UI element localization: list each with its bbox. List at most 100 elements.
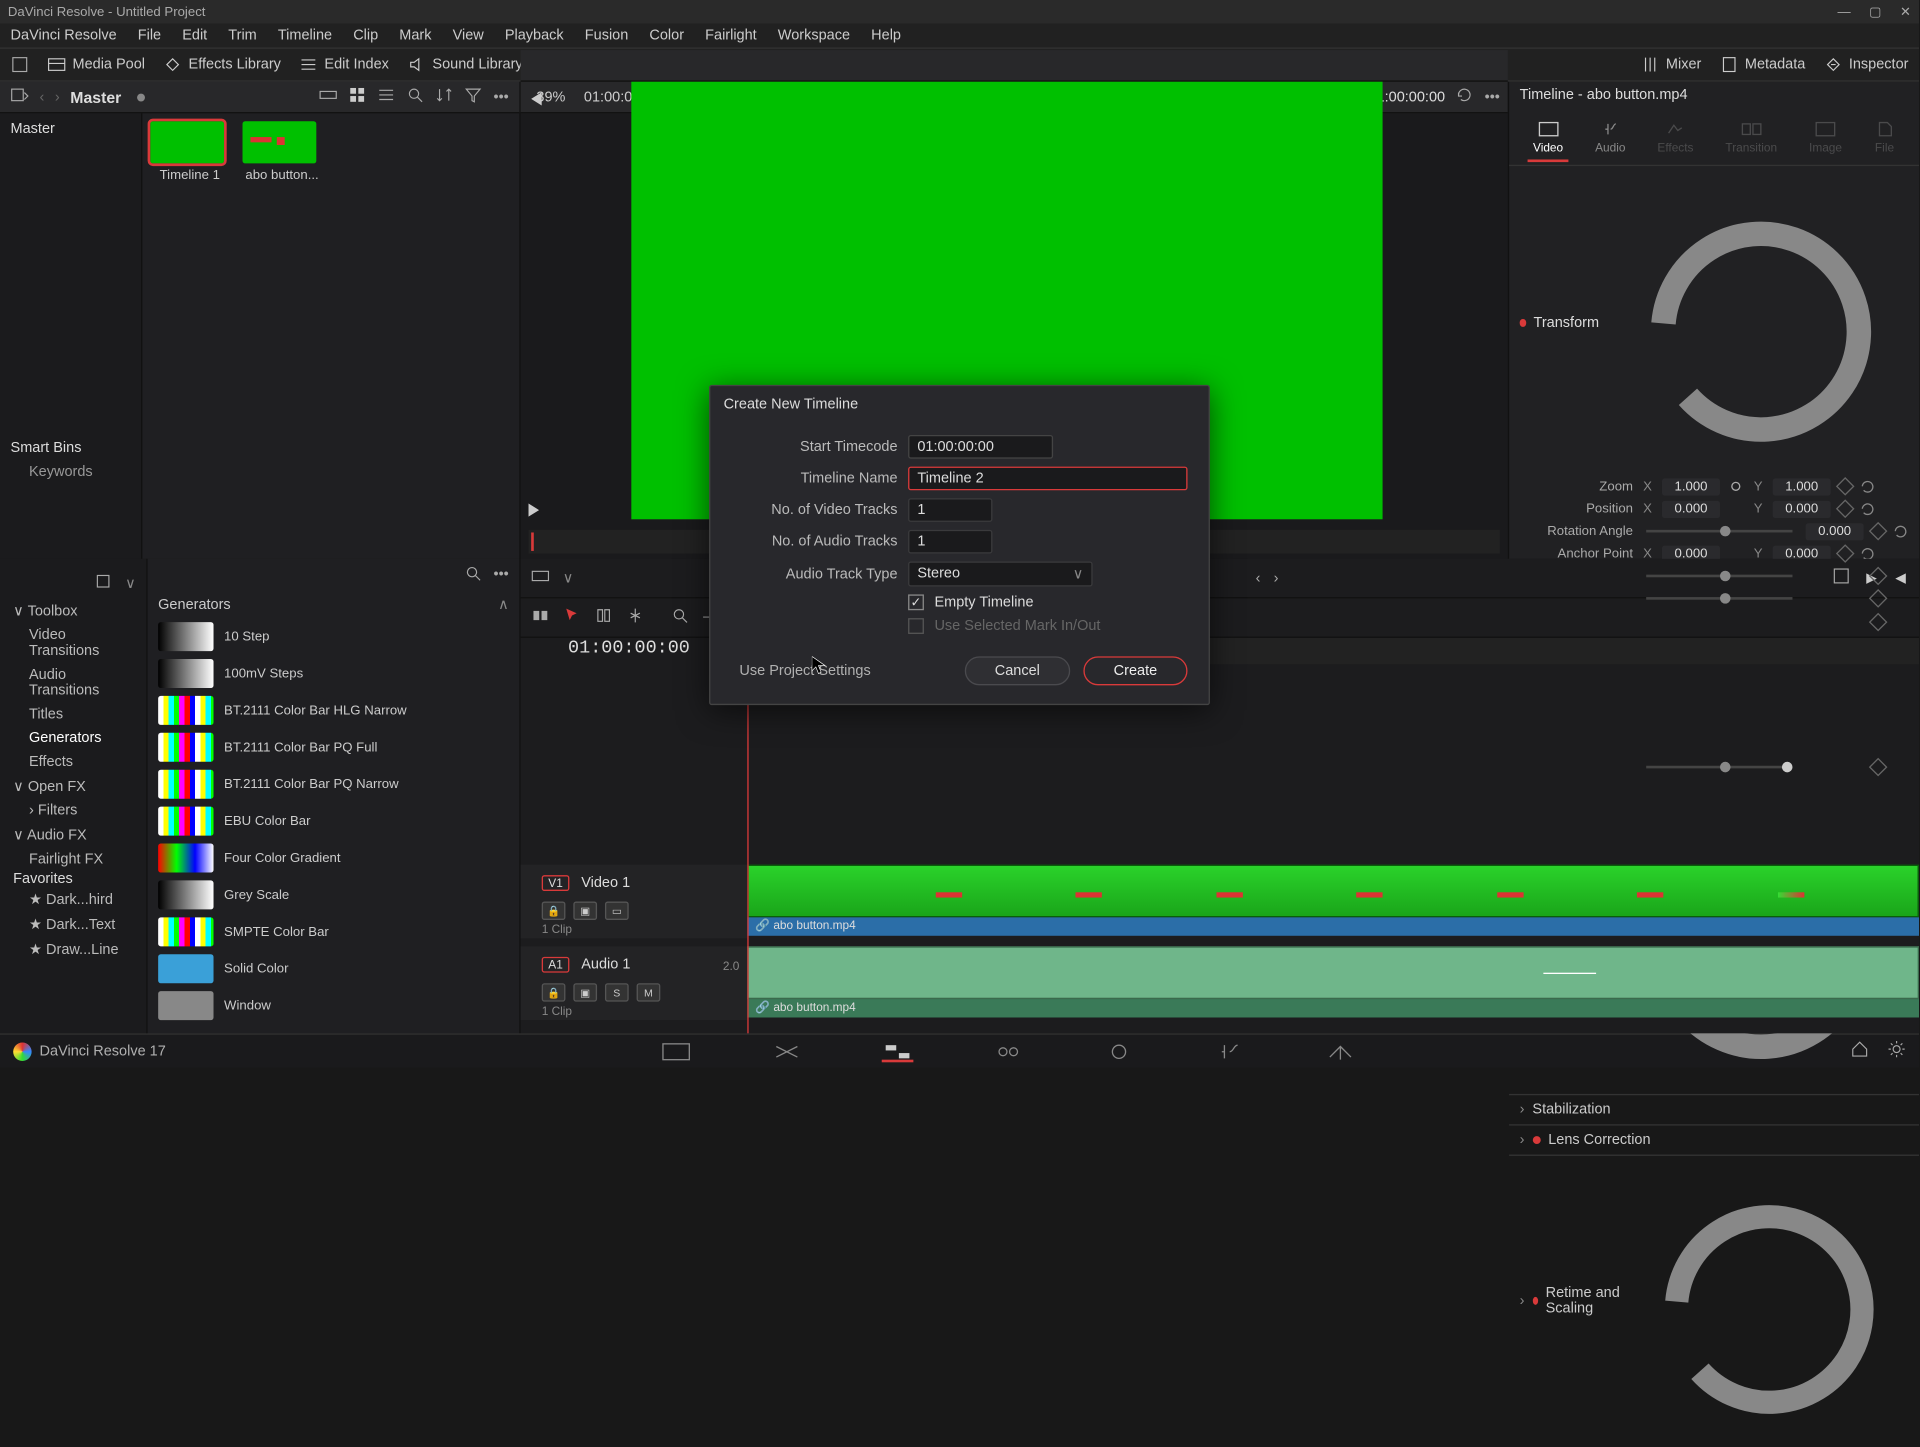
minimize-icon[interactable]: —	[1837, 5, 1850, 19]
sort-icon[interactable]	[436, 86, 454, 108]
arrow-tool-icon[interactable]	[563, 606, 581, 628]
fx-openfx[interactable]: ∨ Open FX	[5, 774, 141, 799]
more-icon[interactable]: •••	[494, 89, 509, 105]
lock-icon[interactable]: 🔒	[542, 902, 566, 920]
auto-select-icon[interactable]: ▣	[573, 902, 597, 920]
page-edit[interactable]	[882, 1041, 914, 1062]
clip-thumb[interactable]: Timeline 1	[150, 121, 229, 183]
section-retime[interactable]: ›Retime and Scaling	[1509, 1154, 1919, 1447]
prev-frame-icon[interactable]	[1893, 570, 1909, 586]
home-icon[interactable]	[1850, 1040, 1868, 1062]
tab-audio[interactable]: Audio	[1590, 116, 1631, 162]
maximize-icon[interactable]: ▢	[1869, 5, 1881, 19]
settings-icon[interactable]	[1887, 1040, 1905, 1062]
menu-workspace[interactable]: Workspace	[778, 28, 850, 44]
create-button[interactable]: Create	[1083, 656, 1187, 685]
thumb-view-icon[interactable]	[349, 86, 367, 108]
reset-icon[interactable]	[1893, 524, 1909, 540]
media-pool-button[interactable]: Media Pool	[47, 55, 145, 73]
bin-master[interactable]: Master	[11, 121, 131, 137]
menu-fairlight[interactable]: Fairlight	[705, 28, 757, 44]
track-header-a1[interactable]: A1 Audio 1 2.0 🔒▣SM 1 Clip	[521, 946, 748, 1020]
tl-view-icon[interactable]	[531, 567, 549, 589]
timeline-tracks[interactable]: 🔗 abo button.mp4 🔗 abo button.mp4	[747, 664, 1919, 1033]
fx-titles[interactable]: Titles	[5, 702, 141, 726]
pos-x-field[interactable]: 0.000	[1662, 501, 1720, 518]
chevron-up-icon[interactable]: ∧	[498, 596, 509, 613]
timeline-name-field[interactable]: Timeline 2	[908, 467, 1187, 491]
keyframe-icon[interactable]	[1836, 477, 1855, 496]
fx-item[interactable]: Four Color Gradient	[156, 840, 512, 877]
rotation-slider[interactable]	[1646, 530, 1792, 533]
tab-video[interactable]: Video	[1528, 116, 1569, 162]
next-edit-icon[interactable]: ›	[1274, 570, 1279, 586]
chevron-down-icon[interactable]: ∨	[563, 569, 574, 586]
keyframe-icon[interactable]	[1836, 500, 1855, 519]
effects-library-button[interactable]: Effects Library	[163, 55, 280, 73]
fx-item[interactable]: Grey Scale	[156, 876, 512, 913]
clip-thumb[interactable]: abo button...	[243, 121, 322, 183]
fx-item[interactable]: Window	[156, 987, 512, 1024]
menu-resolve[interactable]: DaVinci Resolve	[11, 28, 117, 44]
link-icon[interactable]	[1728, 479, 1744, 495]
fx-generators[interactable]: Generators	[5, 726, 141, 750]
strip-view-icon[interactable]	[320, 86, 338, 108]
video-clip[interactable]	[747, 865, 1919, 918]
breadcrumb[interactable]: Master	[70, 88, 121, 106]
mute-button[interactable]: M	[637, 983, 661, 1001]
fx-item[interactable]: BT.2111 Color Bar HLG Narrow	[156, 692, 512, 729]
reset-icon[interactable]	[1860, 501, 1876, 517]
menu-clip[interactable]: Clip	[353, 28, 378, 44]
menu-file[interactable]: File	[138, 28, 161, 44]
loop-icon[interactable]	[1456, 86, 1474, 108]
menu-help[interactable]: Help	[871, 28, 901, 44]
fx-item[interactable]: BT.2111 Color Bar PQ Full	[156, 729, 512, 766]
page-color[interactable]	[1103, 1041, 1135, 1062]
audio-tracks-field[interactable]: 1	[908, 530, 992, 554]
reset-icon[interactable]	[1615, 177, 1909, 471]
smart-bins-header[interactable]: Smart Bins	[11, 440, 131, 456]
page-deliver[interactable]	[1324, 1041, 1356, 1062]
skip-start-icon[interactable]	[526, 90, 544, 108]
reset-icon[interactable]	[1860, 479, 1876, 495]
audio-type-select[interactable]: Stereo∨	[908, 561, 1093, 586]
fx-more-icon[interactable]: •••	[494, 567, 509, 583]
menu-view[interactable]: View	[453, 28, 484, 44]
page-fairlight[interactable]	[1214, 1041, 1246, 1062]
list-view-icon[interactable]	[378, 86, 396, 108]
zoom-x-field[interactable]: 1.000	[1662, 478, 1720, 495]
menu-edit[interactable]: Edit	[182, 28, 207, 44]
fx-item[interactable]: 100mV Steps	[156, 655, 512, 692]
track-view-icon[interactable]: ▭	[605, 902, 629, 920]
inspector-button[interactable]: Inspector	[1824, 55, 1909, 73]
reset-icon[interactable]	[1630, 1162, 1908, 1440]
page-cut[interactable]	[771, 1041, 803, 1062]
page-media[interactable]	[660, 1041, 692, 1062]
fx-audio-transitions[interactable]: Audio Transitions	[5, 663, 141, 703]
trim-tool-icon[interactable]	[594, 606, 612, 628]
safe-area-icon[interactable]	[1832, 567, 1850, 589]
insert-mode-icon[interactable]	[531, 606, 549, 628]
fx-item[interactable]: 10 Step	[156, 618, 512, 655]
fx-item[interactable]: EBU Color Bar	[156, 803, 512, 840]
chevron-down-icon[interactable]: ∨	[125, 574, 136, 591]
fx-audiofx[interactable]: ∨ Audio FX	[5, 822, 141, 847]
fx-toolbox[interactable]: ∨ Toolbox	[5, 598, 141, 623]
section-stabilization[interactable]: ›Stabilization	[1509, 1094, 1919, 1124]
mixer-button[interactable]: Mixer	[1641, 55, 1701, 73]
solo-button[interactable]: S	[605, 983, 629, 1001]
fx-search-icon[interactable]	[465, 563, 483, 585]
edit-index-button[interactable]: Edit Index	[299, 55, 389, 73]
cancel-button[interactable]: Cancel	[964, 656, 1070, 685]
filter-icon[interactable]	[465, 86, 483, 108]
metadata-button[interactable]: Metadata	[1720, 55, 1806, 73]
nav-fwd-icon[interactable]: ›	[55, 89, 60, 105]
viewer-more-icon[interactable]: •••	[1485, 89, 1500, 105]
menu-trim[interactable]: Trim	[228, 28, 256, 44]
pitch-slider[interactable]	[1646, 575, 1792, 578]
sound-library-button[interactable]: Sound Library	[407, 55, 522, 73]
close-icon[interactable]: ✕	[1900, 5, 1911, 19]
video-tracks-field[interactable]: 1	[908, 498, 992, 522]
fx-fav-item[interactable]: ★ Draw...Line	[5, 937, 141, 962]
track-header-v1[interactable]: V1 Video 1 🔒▣▭ 1 Clip	[521, 865, 748, 939]
